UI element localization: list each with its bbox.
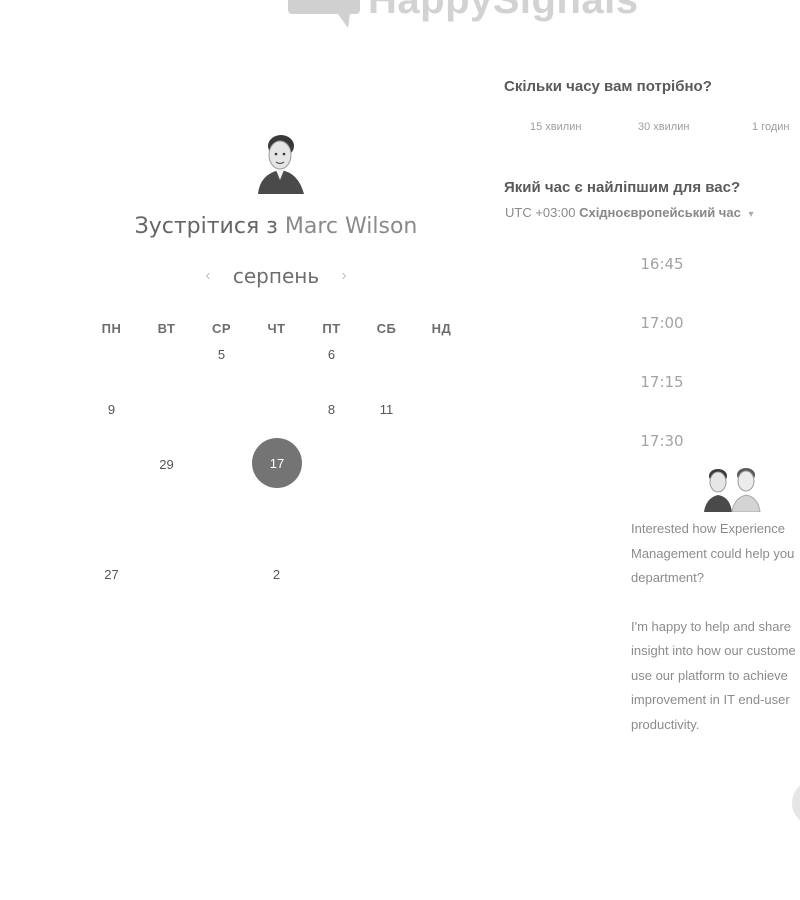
promo-text: Interested how Experience Management cou…	[631, 517, 800, 761]
calendar-day	[304, 452, 359, 507]
promo-paragraph-1: Interested how Experience Management cou…	[631, 517, 800, 591]
promo-line: improvement in IT end-user	[631, 692, 790, 707]
time-slot[interactable]: 17:15	[622, 370, 702, 429]
calendar-day-available[interactable]: 29	[139, 452, 194, 507]
calendar-day	[249, 507, 304, 562]
timezone-offset: UTC +03:00	[505, 205, 576, 220]
calendar-day	[84, 452, 139, 507]
calendar-day	[84, 507, 139, 562]
duration-option-60[interactable]: 1 годин	[752, 121, 789, 133]
weekday-label: ВТ	[157, 321, 176, 336]
calendar-day	[359, 507, 414, 562]
calendar-day	[304, 507, 359, 562]
time-slot[interactable]: 17:00	[622, 311, 702, 370]
calendar-day	[359, 342, 414, 397]
calendar-day	[414, 397, 469, 452]
meeting-title-prefix: Зустрітися з	[134, 214, 278, 239]
weekday-header: ПН ВТ СР ЧТ ПТ СБ НД	[84, 321, 472, 336]
promo-paragraph-2: I'm happy to help and share insight into…	[631, 615, 800, 738]
meeting-title: Зустрітися з Marc Wilson	[0, 214, 552, 239]
month-label: серпень	[232, 264, 320, 288]
weekday-label: ПН	[101, 321, 122, 336]
team-avatars	[700, 466, 770, 513]
speech-bubble-logo-icon	[288, 0, 360, 28]
calendar-day	[304, 562, 359, 617]
calendar-day	[84, 342, 139, 397]
weekday-label: ЧТ	[267, 321, 286, 336]
time-slot[interactable]: 16:45	[622, 252, 702, 311]
promo-line: department?	[631, 570, 704, 585]
duration-question: Скільки часу вам потрібно?	[504, 78, 712, 95]
calendar-day	[139, 397, 194, 452]
calendar-day	[139, 342, 194, 397]
timezone-name: Східноєвропейський час	[579, 205, 741, 220]
calendar-day	[414, 342, 469, 397]
host-name: Marc Wilson	[284, 214, 418, 239]
month-navigation: ‹ серпень ›	[200, 262, 352, 290]
duration-option-30[interactable]: 30 хвилин	[638, 121, 689, 133]
promo-line: Management could help you	[631, 545, 795, 561]
weekday-label: СБ	[376, 321, 397, 336]
calendar-day-available[interactable]: 8	[304, 397, 359, 452]
weekday-label: ПТ	[322, 321, 341, 336]
calendar-day	[194, 507, 249, 562]
promo-line: Interested how Experience	[631, 521, 785, 536]
caret-down-icon: ▾	[748, 209, 754, 220]
calendar-day-available[interactable]: 9	[84, 397, 139, 452]
promo-line: I'm happy to help and share	[631, 618, 792, 634]
timezone-selector[interactable]: UTC +03:00 Східноєвропейський час ▾	[505, 205, 753, 220]
duration-option-15[interactable]: 15 хвилин	[530, 121, 581, 133]
weekday-label: НД	[431, 321, 452, 336]
promo-line: use our platform to achieve	[631, 667, 788, 683]
chevron-right-icon[interactable]: ›	[336, 267, 352, 285]
happysignals-logo: HappySignals	[288, 0, 668, 30]
chevron-left-icon[interactable]: ‹	[200, 267, 216, 285]
logo-text: HappySignals	[368, 0, 639, 22]
calendar-day-available[interactable]: 27	[84, 562, 139, 617]
promo-line: productivity.	[631, 716, 700, 732]
host-avatar	[254, 128, 308, 196]
calendar-day-available[interactable]: 6	[304, 342, 359, 397]
chat-launcher-button[interactable]	[792, 780, 800, 826]
calendar-day-available[interactable]: 11	[359, 397, 414, 452]
calendar-day	[194, 562, 249, 617]
calendar-day	[359, 452, 414, 507]
calendar-day	[414, 507, 469, 562]
weekday-label: СР	[211, 321, 232, 336]
time-slot[interactable]: 17:30	[622, 429, 702, 488]
selected-day[interactable]: 17	[252, 438, 302, 488]
calendar-day	[249, 342, 304, 397]
calendar-day-available[interactable]: 5	[194, 342, 249, 397]
calendar-day	[139, 507, 194, 562]
calendar-day	[414, 452, 469, 507]
duration-options: 15 хвилин 30 хвилин 1 годин	[504, 121, 800, 137]
time-question: Який час є найліпшим для вас?	[504, 179, 741, 196]
calendar-day	[194, 397, 249, 452]
calendar-day	[139, 562, 194, 617]
promo-line: insight into how our custome	[631, 643, 796, 658]
calendar-day	[414, 562, 469, 617]
time-slot-list: 16:45 17:00 17:15 17:30	[622, 252, 702, 488]
calendar-day-available[interactable]: 2	[249, 562, 304, 617]
calendar-day	[359, 562, 414, 617]
calendar-day	[194, 452, 249, 507]
